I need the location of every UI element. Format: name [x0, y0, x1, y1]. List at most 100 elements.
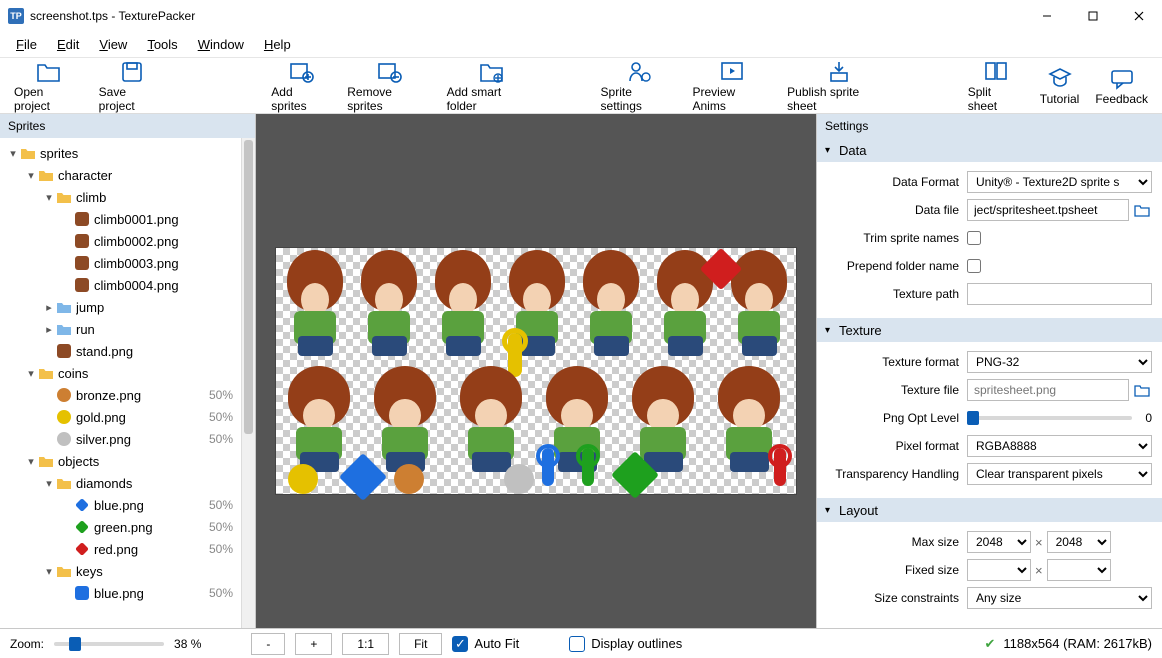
tree-row[interactable]: climb0004.png [0, 274, 241, 296]
tree-row[interactable]: ▾coins [0, 362, 241, 384]
chevron-down-icon[interactable]: ▾ [42, 477, 56, 490]
tree-row[interactable]: ▸run [0, 318, 241, 340]
menu-window[interactable]: Window [188, 33, 254, 56]
chevron-right-icon[interactable]: ▸ [42, 323, 56, 336]
data-format-select[interactable]: Unity® - Texture2D sprite s [967, 171, 1152, 193]
tree-row[interactable]: ▾climb [0, 186, 241, 208]
tree-row[interactable]: ▾diamonds [0, 472, 241, 494]
tutorial-button[interactable]: Tutorial [1032, 64, 1088, 108]
browse-file-button[interactable] [1133, 199, 1152, 221]
label: Transparency Handling [827, 467, 967, 481]
tree-row[interactable]: blue.png50% [0, 494, 241, 516]
toolbar-label: Sprite settings [601, 85, 677, 113]
section-layout-header[interactable]: ▾Layout [817, 498, 1162, 522]
zoom-slider[interactable] [54, 642, 164, 646]
tree-row[interactable]: ▾keys [0, 560, 241, 582]
save-project-button[interactable]: Save project [91, 57, 174, 115]
tree-row[interactable]: green.png50% [0, 516, 241, 538]
folder-icon [38, 167, 54, 183]
tree-row[interactable]: silver.png50% [0, 428, 241, 450]
scroll-thumb[interactable] [244, 140, 253, 434]
maximize-button[interactable] [1070, 0, 1116, 32]
tree-row[interactable]: ▸jump [0, 296, 241, 318]
fixed-width-select[interactable] [967, 559, 1031, 581]
tree-row[interactable]: ▾ character [0, 164, 241, 186]
close-button[interactable] [1116, 0, 1162, 32]
trim-sprite-names-checkbox[interactable] [967, 231, 981, 245]
tree-row[interactable]: gold.png50% [0, 406, 241, 428]
sprite-tree[interactable]: ▾sprites▾character▾climbclimb0001.pngcli… [0, 138, 241, 628]
label: Trim sprite names [827, 231, 967, 245]
texture-format-select[interactable]: PNG-32 [967, 351, 1152, 373]
open-project-button[interactable]: Open project [6, 57, 91, 115]
chevron-down-icon[interactable]: ▾ [24, 169, 38, 182]
menu-help[interactable]: Help [254, 33, 301, 56]
chevron-down-icon[interactable]: ▾ [6, 147, 20, 160]
canvas-viewport[interactable] [256, 114, 816, 628]
menu-view[interactable]: View [89, 33, 137, 56]
tree-label: character [58, 168, 197, 183]
max-width-select[interactable]: 2048 [967, 531, 1031, 553]
tree-row[interactable]: stand.png [0, 340, 241, 362]
tree-row[interactable]: ▾objects [0, 450, 241, 472]
add-smart-folder-icon [477, 59, 505, 83]
folder-icon [38, 453, 54, 469]
sprite-settings-button[interactable]: Sprite settings [593, 57, 685, 115]
tree-row[interactable]: climb0002.png [0, 230, 241, 252]
slider-thumb[interactable] [69, 637, 81, 651]
menu-file[interactable]: File [6, 33, 47, 56]
tree-row[interactable]: red.png50% [0, 538, 241, 560]
times-icon: × [1035, 563, 1043, 578]
chevron-down-icon[interactable]: ▾ [24, 455, 38, 468]
split-sheet-button[interactable]: Split sheet [960, 57, 1032, 115]
tree-row[interactable]: climb0001.png [0, 208, 241, 230]
zoom-in-button[interactable]: + [295, 633, 332, 655]
texture-path-input[interactable] [967, 283, 1152, 305]
sprite-atlas [276, 248, 796, 494]
auto-fit-checkbox[interactable]: ✓Auto Fit [452, 636, 519, 652]
feedback-button[interactable]: Feedback [1087, 64, 1156, 108]
chevron-down-icon[interactable]: ▾ [42, 191, 56, 204]
fixed-height-select[interactable] [1047, 559, 1111, 581]
zoom-out-button[interactable]: - [251, 633, 285, 655]
pixel-format-select[interactable]: RGBA8888 [967, 435, 1152, 457]
chevron-right-icon[interactable]: ▸ [42, 301, 56, 314]
add-smart-folder-button[interactable]: Add smart folder [439, 57, 543, 115]
png-opt-slider[interactable] [967, 416, 1132, 420]
texture-file-input[interactable] [967, 379, 1129, 401]
section-texture-header[interactable]: ▾Texture [817, 318, 1162, 342]
sprites-scrollbar[interactable] [241, 138, 255, 628]
size-constraints-select[interactable]: Any size [967, 587, 1152, 609]
zoom-11-button[interactable]: 1:1 [342, 633, 389, 655]
publish-sprite-sheet-button[interactable]: Publish sprite sheet [779, 57, 900, 115]
chevron-down-icon[interactable]: ▾ [24, 367, 38, 380]
section-data-header[interactable]: ▾Data [817, 138, 1162, 162]
tree-row[interactable]: bronze.png50% [0, 384, 241, 406]
prepend-folder-name-checkbox[interactable] [967, 259, 981, 273]
display-outlines-checkbox[interactable]: Display outlines [569, 636, 682, 652]
label: Texture format [827, 355, 967, 369]
zoom-fit-button[interactable]: Fit [399, 633, 442, 655]
label: Png Opt Level [827, 411, 967, 425]
tree-row[interactable]: ▾sprites [0, 142, 241, 164]
toolbar-label: Tutorial [1040, 92, 1080, 106]
browse-file-button[interactable] [1133, 379, 1152, 401]
minimize-button[interactable] [1024, 0, 1070, 32]
max-height-select[interactable]: 2048 [1047, 531, 1111, 553]
data-file-input[interactable] [967, 199, 1129, 221]
menu-tools[interactable]: Tools [137, 33, 187, 56]
slider-thumb[interactable] [967, 411, 979, 425]
bottombar: Zoom: 38 % - + 1:1 Fit ✓Auto Fit Display… [0, 628, 1162, 658]
tree-row[interactable]: blue.png50% [0, 582, 241, 604]
app-icon: TP [8, 8, 24, 24]
label: Size constraints [827, 591, 967, 605]
checkbox-icon [569, 636, 585, 652]
section-layout-body: Max size2048×2048 Fixed size× Size const… [817, 522, 1162, 622]
preview-anims-button[interactable]: Preview Anims [685, 57, 780, 115]
menu-edit[interactable]: Edit [47, 33, 89, 56]
chevron-down-icon[interactable]: ▾ [42, 565, 56, 578]
add-sprites-button[interactable]: Add sprites [263, 57, 339, 115]
tree-row[interactable]: climb0003.png [0, 252, 241, 274]
transparency-select[interactable]: Clear transparent pixels [967, 463, 1152, 485]
remove-sprites-button[interactable]: Remove sprites [339, 57, 438, 115]
